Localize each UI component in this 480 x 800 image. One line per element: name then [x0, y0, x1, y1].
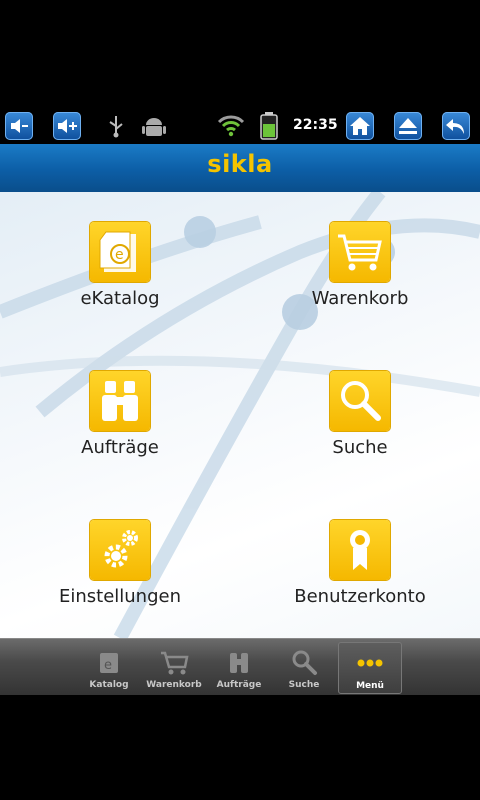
more-icon — [357, 659, 383, 667]
tab-auftraege[interactable]: Aufträge — [208, 641, 270, 693]
menu-item-label: Warenkorb — [311, 288, 409, 309]
catalog-icon: e — [90, 222, 150, 282]
menu-item-ekatalog[interactable]: e eKatalog — [0, 192, 240, 312]
usb-icon — [106, 114, 126, 142]
menu-item-benutzerkonto[interactable]: Benutzerkonto — [240, 490, 480, 610]
main-menu: e eKatalog Warenkorb Aufträge Suche Eins… — [0, 192, 480, 638]
tab-label: Warenkorb — [146, 680, 202, 690]
tab-label: Menü — [356, 681, 384, 691]
home-icon[interactable] — [346, 112, 374, 140]
bottom-tab-bar: e Katalog Warenkorb Aufträge Suche Menü — [0, 638, 480, 695]
wifi-icon — [217, 112, 245, 142]
menu-item-label: Benutzerkonto — [294, 586, 426, 607]
tab-label: Suche — [288, 680, 320, 690]
badge-icon — [330, 520, 390, 580]
menu-item-label: Suche — [332, 437, 388, 458]
tab-menue[interactable]: Menü — [338, 642, 402, 694]
menu-item-label: Einstellungen — [58, 586, 182, 607]
status-bar: 22:35 — [0, 108, 480, 144]
volume-down-icon[interactable] — [5, 112, 33, 140]
menu-item-label: Aufträge — [81, 437, 159, 458]
menu-item-auftraege[interactable]: Aufträge — [0, 341, 240, 461]
binoculars-icon — [90, 371, 150, 431]
sikla-logo: sikla — [207, 150, 273, 178]
svg-text:e: e — [104, 658, 112, 673]
tab-label: Aufträge — [216, 680, 262, 690]
clock: 22:35 — [293, 117, 338, 133]
gears-icon — [90, 520, 150, 580]
menu-item-einstellungen[interactable]: Einstellungen — [0, 490, 240, 610]
tab-suche[interactable]: Suche — [273, 641, 335, 693]
eject-icon[interactable] — [394, 112, 422, 140]
svg-text:e: e — [115, 247, 124, 263]
cart-icon — [161, 651, 189, 675]
tab-katalog[interactable]: e Katalog — [78, 641, 140, 693]
battery-icon — [258, 111, 280, 145]
binoculars-icon — [230, 653, 248, 673]
catalog-icon: e — [100, 653, 118, 673]
tab-label: Katalog — [89, 680, 129, 690]
cart-icon — [330, 222, 390, 282]
magnifier-icon — [330, 371, 390, 431]
tab-warenkorb[interactable]: Warenkorb — [143, 641, 205, 693]
menu-item-suche[interactable]: Suche — [240, 341, 480, 461]
menu-item-label: eKatalog — [80, 288, 160, 309]
volume-up-icon[interactable] — [53, 112, 81, 140]
android-icon — [142, 114, 166, 142]
menu-item-warenkorb[interactable]: Warenkorb — [240, 192, 480, 312]
magnifier-icon — [292, 650, 317, 675]
app-header: sikla — [0, 144, 480, 192]
back-icon[interactable] — [442, 112, 470, 140]
